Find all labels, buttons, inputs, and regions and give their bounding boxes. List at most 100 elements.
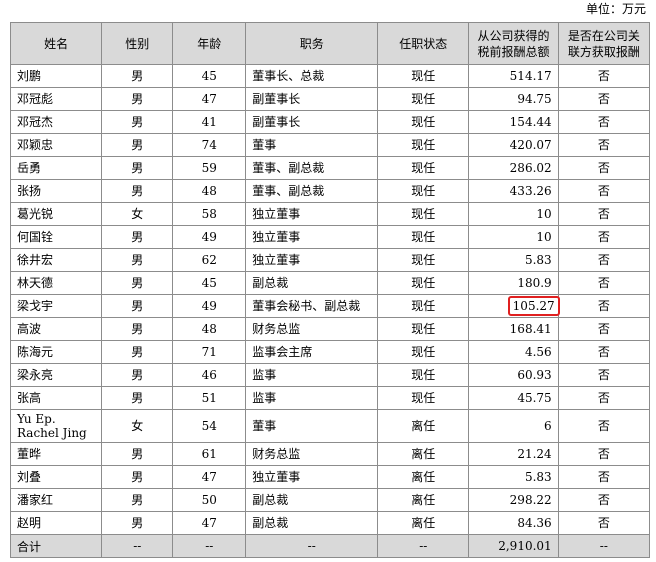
cell-gender: 男 [101,271,174,295]
cell-position: 董事会秘书、副总裁 [245,294,379,318]
cell-name: 刘鹏 [9,64,103,88]
header-row: 姓名 性别 年龄 职务 任职状态 从公司获得的税前报酬总额 是否在公司关联方获取… [9,22,651,65]
table-row: 刘叠男 47 独立董事 离任 5.83 否 [9,465,651,489]
cell-gender: 男 [101,179,174,203]
table-row: 邓冠彪男 47 副董事长 现任 94.75 否 [9,87,651,111]
cell-position: 副总裁 [245,271,379,295]
cell-gender: 男 [101,248,174,272]
table-row: 梁永亮男 46 监事 现任 60.93 否 [9,363,651,387]
cell-pretax-pay: 433.26 [468,179,559,203]
cell-name: 何国铨 [9,225,103,249]
cell-name: 岳勇 [9,156,103,180]
cell-name: 张扬 [9,179,103,203]
cell-status: 现任 [377,248,470,272]
cell-gender: 女 [101,202,174,226]
cell-related-party-pay: 否 [557,110,651,134]
cell-position: 监事 [245,386,379,410]
cell-age: 41 [172,110,247,134]
cell-position: 财务总监 [245,317,379,341]
cell-status: 现任 [377,271,470,295]
cell-pretax-pay: 10 [468,225,559,249]
header-pretax-pay: 从公司获得的税前报酬总额 [468,22,559,65]
table-row: 邓颖忠男 74 董事 现任 420.07 否 [9,133,651,157]
header-status: 任职状态 [377,22,470,65]
table-row: 梁戈宇男 49 董事会秘书、副总裁 现任 105.27 否 [9,294,651,318]
cell-status: 现任 [377,87,470,111]
cell-related-party-pay: 否 [557,386,651,410]
cell-age: 48 [172,179,247,203]
cell-age: 45 [172,64,247,88]
table-row: 高波男 48 财务总监 现任 168.41 否 [9,317,651,341]
cell-related-party-pay: 否 [557,511,651,535]
cell-gender: 男 [101,156,174,180]
cell-pretax-pay: 298.22 [468,488,559,512]
cell-status: 现任 [377,386,470,410]
cell-status: 现任 [377,156,470,180]
cell-name: 梁戈宇 [9,294,103,318]
cell-gender: 男 [101,87,174,111]
table-row: 张扬男 48 董事、副总裁 现任 433.26 否 [9,179,651,203]
cell-age: 47 [172,87,247,111]
cell-pretax-pay: 514.17 [468,64,559,88]
cell-related-party-pay: 否 [557,465,651,489]
table-row: 刘鹏男 45 董事长、总裁 现任 514.17 否 [9,64,651,88]
cell-position: 董事长、总裁 [245,64,379,88]
cell-name: 高波 [9,317,103,341]
table-row: 陈海元男 71 监事会主席 现任 4.56 否 [9,340,651,364]
cell-position: 独立董事 [245,202,379,226]
cell-status: 离任 [377,488,470,512]
cell-pretax-pay: 105.27 [468,294,560,318]
cell-related-party-pay: 否 [557,202,651,226]
total-row: 合计 -- -- -- -- 2,910.01 -- [9,534,651,558]
cell-related-party-pay: 否 [557,442,651,466]
cell-status: 离任 [377,465,470,489]
cell-gender: 男 [101,294,174,318]
cell-related-party-pay: 否 [557,317,651,341]
cell-gender: 男 [101,465,174,489]
cell-status: 现任 [377,317,470,341]
cell-name: 徐井宏 [9,248,103,272]
cell-status: 现任 [377,340,470,364]
cell-name: 葛光锐 [9,202,103,226]
compensation-table: 姓名 性别 年龄 职务 任职状态 从公司获得的税前报酬总额 是否在公司关联方获取… [9,22,651,558]
cell-gender: 男 [101,488,174,512]
cell-related-party-pay: 否 [557,156,651,180]
table-row: 张高男 51 监事 现任 45.75 否 [9,386,651,410]
total-cell: -- [245,534,379,558]
table-row: 葛光锐女 58 独立董事 现任 10 否 [9,202,651,226]
cell-related-party-pay: 否 [557,133,651,157]
cell-name: 邓冠杰 [9,110,103,134]
cell-position: 独立董事 [245,465,379,489]
cell-gender: 男 [101,442,174,466]
header-age: 年龄 [172,22,247,65]
cell-pretax-pay: 154.44 [468,110,559,134]
cell-age: 59 [172,156,247,180]
table-row: 董晔男 61 财务总监 离任 21.24 否 [9,442,651,466]
cell-position: 董事 [245,133,379,157]
cell-status: 现任 [377,363,470,387]
cell-name: 刘叠 [9,465,103,489]
cell-gender: 男 [101,133,174,157]
cell-gender: 男 [101,340,174,364]
cell-gender: 男 [101,225,174,249]
cell-age: 71 [172,340,247,364]
cell-gender: 男 [101,511,174,535]
total-cell: -- [172,534,247,558]
cell-gender: 男 [101,64,174,88]
cell-related-party-pay: 否 [557,363,651,387]
cell-position: 独立董事 [245,225,379,249]
cell-pretax-pay: 420.07 [468,133,559,157]
total-pay: 2,910.01 [468,534,559,558]
cell-status: 现任 [377,202,470,226]
highlighted-value: 105.27 [507,296,560,316]
cell-pretax-pay: 5.83 [468,248,559,272]
cell-position: 副董事长 [245,110,379,134]
cell-position: 副董事长 [245,87,379,111]
cell-position: 董事、副总裁 [245,179,379,203]
unit-label: 单位：万元 [585,2,646,16]
cell-age: 50 [172,488,247,512]
table-row: 何国铨男 49 独立董事 现任 10 否 [9,225,651,249]
cell-pretax-pay: 94.75 [468,87,559,111]
cell-name: Yu Ep. Rachel Jing [9,409,103,443]
cell-related-party-pay: 否 [557,294,651,318]
